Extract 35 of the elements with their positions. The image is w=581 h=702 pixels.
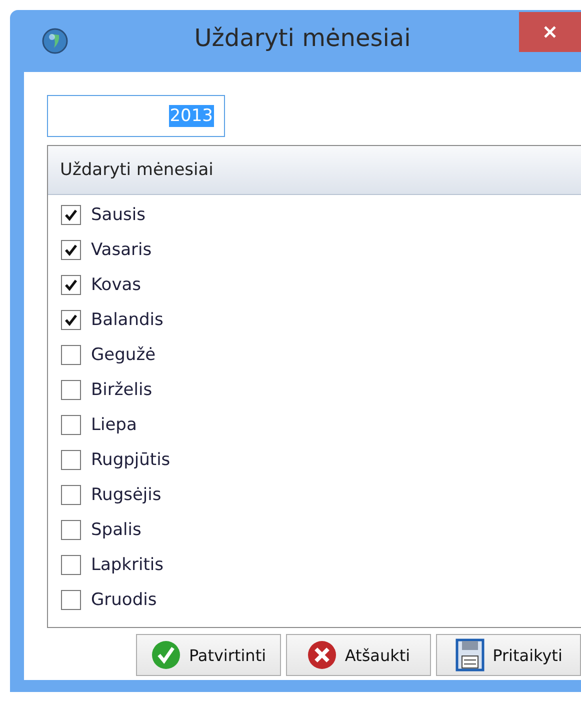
checkbox[interactable] [61,274,81,294]
confirm-button[interactable]: Patvirtinti [136,634,281,676]
list-header: Uždaryti mėnesiai [48,146,581,195]
close-button[interactable] [519,12,581,52]
checkbox[interactable] [61,484,81,504]
apply-button[interactable]: Pritaikyti [436,634,581,676]
window-title: Uždaryti mėnesiai [194,24,411,52]
close-icon [543,25,557,39]
globe-icon [42,28,68,54]
month-label: Kovas [91,274,142,294]
month-label: Liepa [91,414,137,434]
month-label: Birželis [91,380,152,400]
month-label: Sausis [91,204,146,224]
checkbox[interactable] [61,450,81,470]
month-label: Spalis [91,520,142,540]
month-label: Gruodis [91,590,157,610]
cancel-button[interactable]: Atšaukti [286,634,431,676]
month-label: Gegužė [91,344,156,364]
checkbox[interactable] [61,240,81,260]
month-label: Rugsėjis [91,484,162,504]
month-label: Balandis [91,310,164,330]
checkbox[interactable] [61,204,81,224]
month-label: Lapkritis [91,554,164,574]
checkmark-icon [150,640,181,670]
checkbox[interactable] [61,554,81,574]
checkbox[interactable] [61,414,81,434]
cancel-icon [306,640,337,670]
checkbox[interactable] [61,590,81,610]
checkbox[interactable] [61,344,81,364]
year-value: 2013 [168,105,214,127]
month-label: Rugpjūtis [91,450,170,470]
checkbox[interactable] [61,520,81,540]
checkbox[interactable] [61,310,81,330]
checkbox[interactable] [61,380,81,400]
month-label: Vasaris [91,240,152,260]
